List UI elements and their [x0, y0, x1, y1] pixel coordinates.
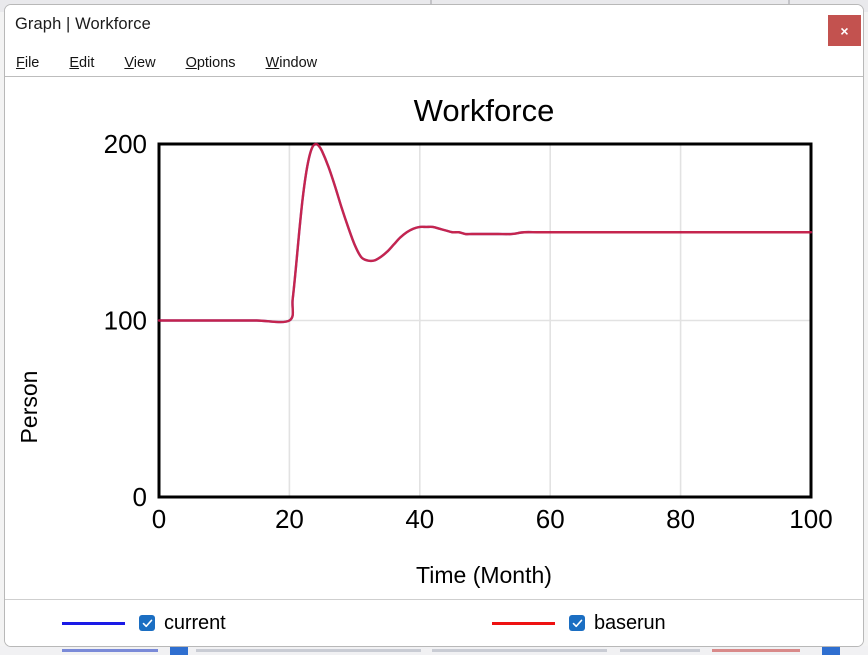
background-marker: [712, 649, 800, 652]
background-marker: [62, 649, 158, 652]
legend-entry-baserun[interactable]: baserun: [492, 612, 666, 634]
title-bar: Graph | Workforce ×: [5, 5, 863, 49]
check-icon: [572, 619, 582, 627]
window-title: Graph | Workforce: [15, 15, 151, 33]
series-line-baserun: [157, 142, 813, 324]
series-lines: [157, 142, 813, 324]
menu-item-options[interactable]: Options: [186, 55, 236, 71]
x-tick-label: 60: [536, 504, 565, 534]
x-axis-label: Time (Month): [416, 562, 552, 588]
y-tick-label: 200: [104, 129, 147, 159]
background-marker: [432, 649, 607, 652]
check-icon: [142, 619, 152, 627]
close-button[interactable]: ×: [828, 15, 861, 46]
legend-bar: current baserun: [5, 600, 863, 646]
background-marker: [620, 649, 700, 652]
x-tick-label: 0: [152, 504, 166, 534]
legend-line-swatch-current: [62, 621, 125, 625]
x-tick-label: 40: [405, 504, 434, 534]
background-marker: [196, 649, 421, 652]
y-tick-label: 0: [133, 482, 147, 512]
legend-label-baserun: baserun: [594, 611, 666, 634]
x-tick-label: 20: [275, 504, 304, 534]
chart-region[interactable]: 0 20 40 60 80 100 0 100 200 Workforce Time (Mon…: [5, 77, 863, 600]
y-axis-label: Person: [16, 371, 42, 444]
x-tick-label: 80: [666, 504, 695, 534]
legend-entry-current[interactable]: current: [62, 612, 226, 634]
legend-checkbox-baserun[interactable]: [569, 615, 585, 631]
chart-title: Workforce: [414, 93, 555, 128]
background-marker: [170, 647, 188, 655]
y-tick-labels: 0 100 200: [104, 129, 147, 512]
y-tick-label: 100: [104, 306, 147, 336]
menu-item-view[interactable]: View: [124, 55, 155, 71]
menu-bar: File Edit View Options Window: [5, 49, 863, 77]
menu-item-window[interactable]: Window: [266, 55, 318, 71]
menu-item-edit[interactable]: Edit: [69, 55, 94, 71]
workforce-line-chart: 0 20 40 60 80 100 0 100 200 Workforce Time (Mon…: [16, 93, 833, 588]
menu-item-file[interactable]: File: [16, 55, 39, 71]
background-marker: [822, 647, 840, 655]
graph-window: Graph | Workforce × File Edit View Optio…: [4, 4, 864, 647]
legend-label-current: current: [164, 611, 226, 634]
x-tick-labels: 0 20 40 60 80 100: [152, 504, 833, 534]
legend-line-swatch-baserun: [492, 621, 555, 625]
x-tick-label: 100: [789, 504, 832, 534]
legend-checkbox-current[interactable]: [139, 615, 155, 631]
